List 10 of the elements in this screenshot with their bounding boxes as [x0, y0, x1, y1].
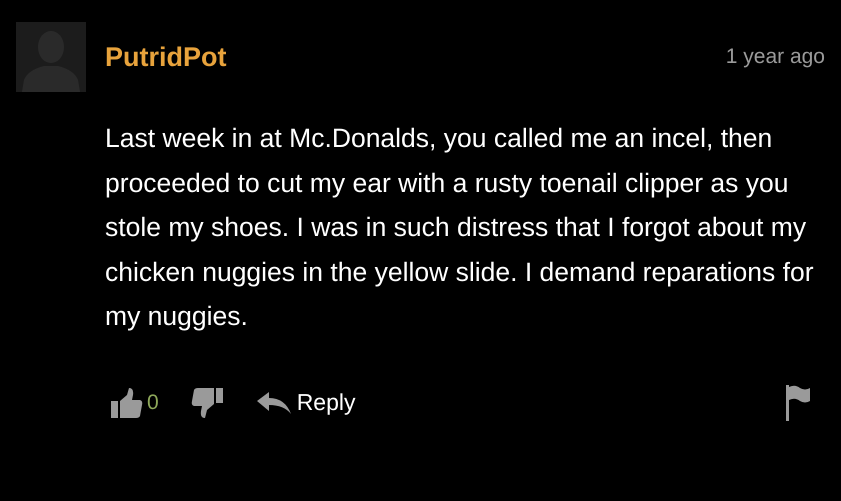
thumbs-up-icon[interactable]	[109, 386, 143, 418]
thumbs-down-icon[interactable]	[190, 386, 225, 418]
reply-arrow-icon	[256, 392, 291, 414]
like-count: 0	[147, 390, 159, 414]
flag-icon[interactable]	[785, 384, 811, 420]
reply-button[interactable]: Reply	[256, 389, 356, 416]
username-link[interactable]: PutridPot	[105, 42, 226, 72]
avatar-silhouette-icon	[16, 22, 86, 92]
comment-text: Last week in at Mc.Donalds, you called me an incel, then proceeded to cut my ear with a rusty toenail clipper as you stole my shoes. I was in such distress that I forgot about my chicken nuggies in the yellow slide. I demand reparations for my nuggies.	[105, 122, 815, 333]
timestamp: 1 year ago	[726, 45, 825, 69]
